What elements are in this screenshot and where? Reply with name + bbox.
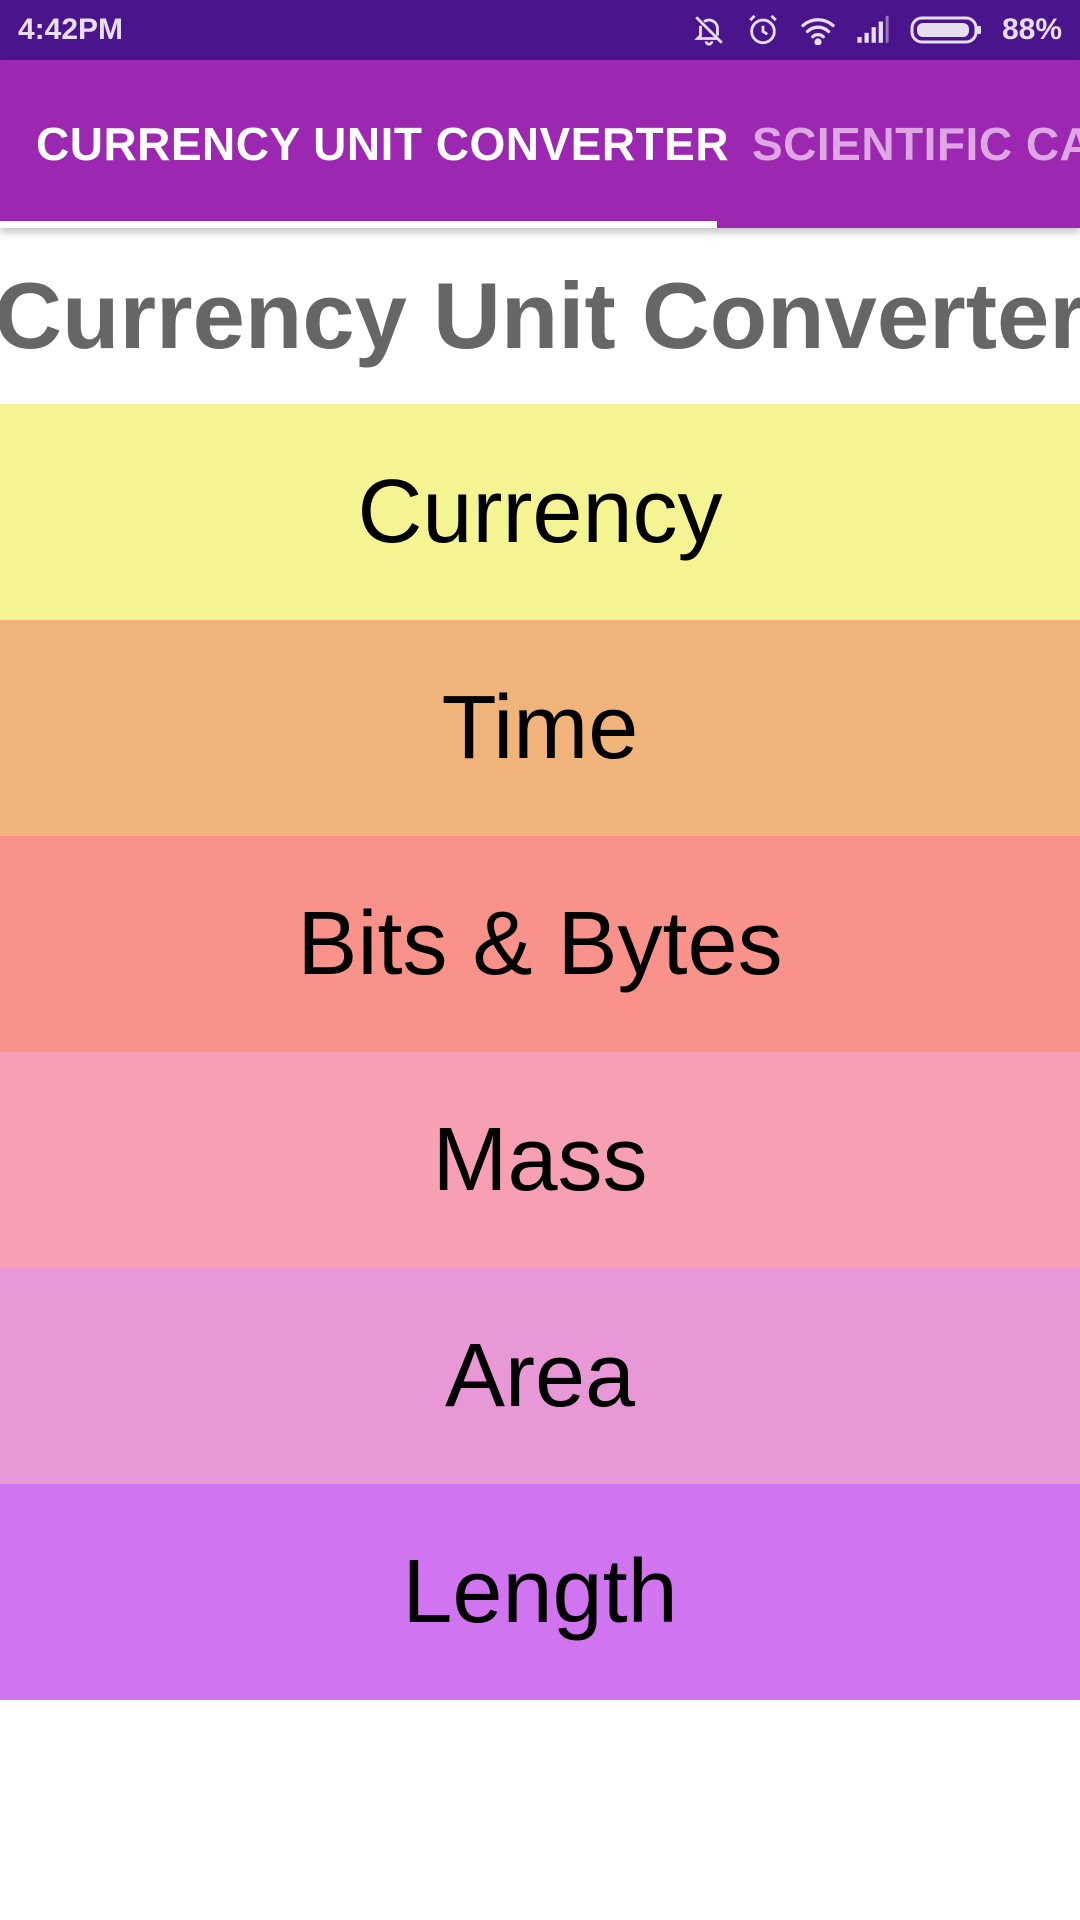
category-mass[interactable]: Mass xyxy=(0,1052,1080,1268)
status-icons: 88% xyxy=(692,13,1062,47)
tab-label: SCIENTIFIC CA xyxy=(752,118,1080,170)
category-list: Currency Time Bits & Bytes Mass Area Len… xyxy=(0,404,1080,1700)
cellular-signal-icon xyxy=(856,15,890,45)
category-label: Length xyxy=(402,1541,678,1642)
category-area[interactable]: Area xyxy=(0,1268,1080,1484)
category-length[interactable]: Length xyxy=(0,1484,1080,1700)
tab-bar: CURRENCY UNIT CONVERTER SCIENTIFIC CA xyxy=(0,60,1080,228)
category-label: Currency xyxy=(357,461,723,562)
wifi-icon xyxy=(800,15,836,45)
notifications-off-icon xyxy=(692,13,726,47)
tab-label: CURRENCY UNIT CONVERTER xyxy=(36,118,730,170)
battery-icon xyxy=(910,15,982,45)
category-label: Mass xyxy=(432,1109,648,1210)
tab-scientific-calculator[interactable]: SCIENTIFIC CA xyxy=(752,60,1080,228)
category-label: Time xyxy=(441,677,639,778)
category-time[interactable]: Time xyxy=(0,620,1080,836)
status-bar: 4:42PM 88% xyxy=(0,0,1080,60)
category-label: Bits & Bytes xyxy=(297,893,783,994)
category-bits-bytes[interactable]: Bits & Bytes xyxy=(0,836,1080,1052)
tab-indicator xyxy=(0,221,717,228)
battery-percent: 88% xyxy=(1001,13,1062,46)
status-time: 4:42PM xyxy=(18,13,124,46)
category-currency[interactable]: Currency xyxy=(0,404,1080,620)
alarm-icon xyxy=(746,13,780,47)
category-label: Area xyxy=(444,1325,636,1426)
tab-currency-unit-converter[interactable]: CURRENCY UNIT CONVERTER xyxy=(0,60,729,228)
page-title: Currency Unit Converter xyxy=(0,263,1080,368)
